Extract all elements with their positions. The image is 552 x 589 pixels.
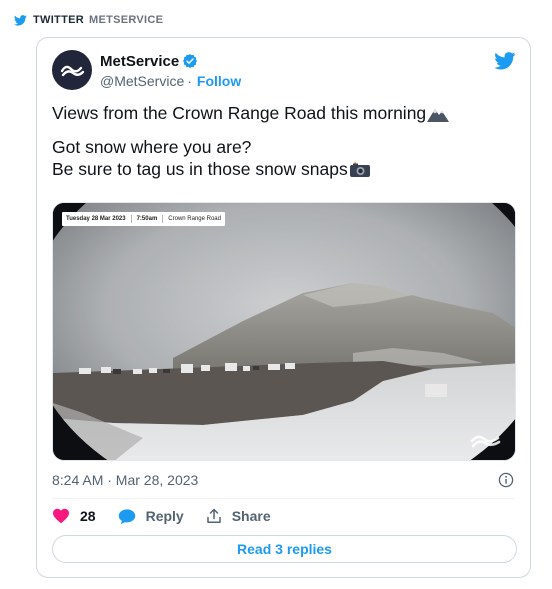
- verified-badge-icon: [183, 54, 198, 68]
- reply-label: Reply: [145, 508, 184, 524]
- tweet-timestamp[interactable]: 8:24 AM · Mar 28, 2023: [52, 472, 198, 488]
- tweet-text-line: Views from the Crown Range Road this mor…: [52, 102, 512, 124]
- share-button[interactable]: Share: [206, 508, 271, 524]
- source-account-label: METSERVICE: [88, 14, 164, 26]
- webcam-time: 7:50am: [136, 216, 158, 222]
- twitter-bird-icon: [14, 14, 27, 26]
- embed-source-bar: TWITTER METSERVICE: [14, 12, 163, 28]
- author-display-name[interactable]: MetService: [100, 53, 179, 70]
- heart-icon: [53, 508, 69, 524]
- avatar[interactable]: [52, 50, 92, 90]
- tweet-actions: 28 Reply Share: [52, 506, 293, 526]
- tweet-media-photo[interactable]: Tuesday 28 Mar 2023 7:50am Crown Range R…: [52, 202, 516, 461]
- tweet-text: Views from the Crown Range Road this mor…: [52, 102, 512, 180]
- webcam-location: Crown Range Road: [168, 216, 221, 222]
- follow-button[interactable]: Follow: [197, 73, 241, 89]
- read-replies-button[interactable]: Read 3 replies: [52, 535, 517, 563]
- author-handle[interactable]: @MetService: [100, 73, 184, 89]
- info-icon[interactable]: [498, 472, 514, 488]
- author-block: MetService @MetService · Follow: [100, 52, 241, 90]
- metservice-watermark-icon: [470, 435, 501, 448]
- share-label: Share: [231, 508, 271, 524]
- webcam-photo: [53, 203, 515, 460]
- webcam-timestamp-overlay: Tuesday 28 Mar 2023 7:50am Crown Range R…: [62, 212, 225, 226]
- like-button[interactable]: 28: [52, 508, 96, 524]
- like-count: 28: [80, 508, 96, 524]
- divider: [52, 498, 515, 499]
- reply-bubble-icon: [118, 508, 135, 524]
- tweet-card[interactable]: MetService @MetService · Follow Views fr…: [36, 37, 531, 578]
- webcam-date: Tuesday 28 Mar 2023: [66, 216, 126, 222]
- snow-capped-mountain-icon: [427, 109, 450, 122]
- share-upload-icon: [206, 508, 221, 523]
- reply-button[interactable]: Reply: [118, 508, 184, 525]
- handle-separator: ·: [187, 73, 192, 89]
- twitter-logo-icon[interactable]: [494, 52, 516, 70]
- source-network-label: TWITTER: [33, 14, 84, 26]
- camera-with-flash-icon: [349, 161, 370, 177]
- metservice-logo-icon: [60, 65, 85, 77]
- tweet-text-line: Got snow where you are?: [52, 137, 252, 157]
- tweet-text-line: Be sure to tag us in those snow snaps: [52, 158, 512, 180]
